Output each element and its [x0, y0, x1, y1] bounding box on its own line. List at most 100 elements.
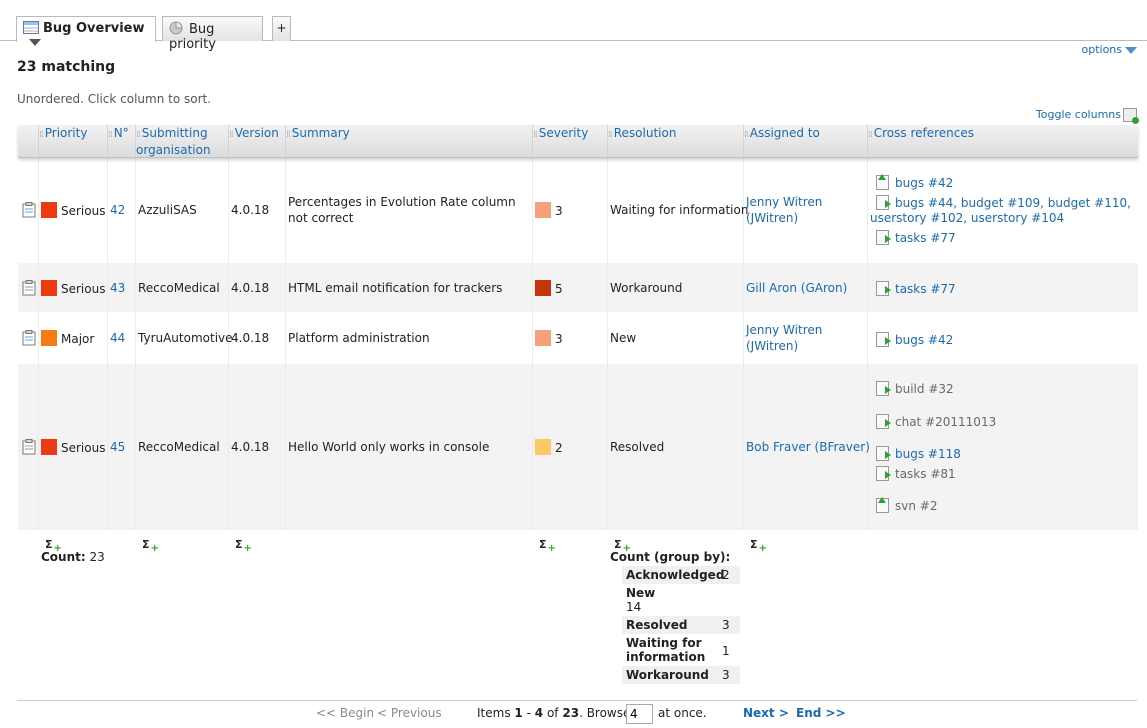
sum-icon[interactable]: Σ — [750, 538, 766, 551]
cross-reference-link[interactable]: bugs #118 — [895, 447, 961, 461]
bug-number-link[interactable]: 42 — [110, 202, 125, 218]
cross-reference-item[interactable]: bugs #42 — [876, 174, 953, 190]
tab-bug-overview-label: Bug Overview — [43, 21, 145, 36]
cross-reference-item[interactable]: bugs #44, budget #109, budget #110, — [876, 195, 1131, 210]
bug-number-link[interactable]: 43 — [110, 280, 125, 296]
clipboard-icon[interactable] — [22, 439, 36, 455]
cross-reference-link[interactable]: userstory #102, userstory #104 — [870, 211, 1064, 225]
triangle-down-icon — [1125, 47, 1137, 54]
column-header-label: organisation — [136, 143, 211, 157]
items-prefix: Items — [477, 706, 511, 720]
group-by-row: Waiting for information 1 — [622, 634, 740, 666]
cross-reference-item[interactable]: svn #2 — [876, 497, 937, 513]
column-divider — [607, 158, 608, 530]
assignee-link[interactable]: Jenny Witren (JWitren) — [746, 322, 822, 354]
column-divider — [532, 158, 533, 530]
outgoing-reference-icon — [876, 332, 891, 347]
total-items: 23 — [562, 706, 580, 720]
pager-begin-link[interactable]: << Begin — [316, 706, 374, 720]
cross-reference-link[interactable]: tasks #77 — [895, 282, 956, 296]
pager-divider — [17, 700, 1137, 701]
tab-bug-priority[interactable]: Bug priority — [162, 16, 263, 52]
cross-reference-link[interactable]: tasks #77 — [895, 231, 956, 245]
severity-color-swatch — [535, 330, 551, 346]
severity-label: 3 — [555, 332, 563, 346]
toggle-columns-link[interactable]: Toggle columns — [1036, 108, 1139, 124]
column-header-severity[interactable]: ⁞⁞ Severity — [532, 125, 607, 158]
cross-reference-item[interactable]: bugs #42 — [876, 332, 953, 347]
bug-number-link[interactable]: 44 — [110, 330, 125, 346]
cross-reference-item[interactable]: tasks #81 — [876, 466, 956, 481]
assignee-link[interactable]: Jenny Witren (JWitren) — [746, 194, 822, 226]
column-header-version[interactable]: ⁞⁞ Version — [228, 125, 285, 158]
group-value: 14 — [626, 600, 642, 614]
sum-icon[interactable]: Σ — [142, 538, 158, 551]
organisation-cell: ReccoMedical — [138, 281, 220, 295]
priority-label: Serious — [61, 441, 106, 455]
column-header-assigned-to[interactable]: ⁞⁞ Assigned to — [743, 125, 867, 158]
add-tab-button[interactable]: + — [272, 16, 291, 41]
range-from: 1 — [514, 706, 523, 720]
group-by-row: Resolved 3 — [622, 616, 740, 634]
group-by-title: Count (group by): — [610, 550, 731, 564]
cross-reference-link[interactable]: bugs #44, budget #109, budget #110, — [895, 196, 1131, 210]
cross-reference-link[interactable]: tasks #81 — [895, 467, 956, 481]
sum-icon[interactable]: Σ — [235, 538, 251, 551]
assignee-link[interactable]: Gill Aron (GAron) — [746, 280, 847, 296]
options-label: options — [1081, 43, 1122, 56]
resolution-cell: Workaround — [610, 281, 683, 295]
cross-reference-item[interactable]: build #32 — [876, 381, 954, 396]
summary-cell: HTML email notification for trackers — [288, 281, 503, 295]
group-by-row: New14 — [622, 584, 740, 616]
sum-icon[interactable]: Σ — [539, 538, 555, 551]
column-header-cross-references[interactable]: ⁞⁞ Cross references — [867, 125, 1138, 158]
group-label: New — [626, 586, 656, 600]
clipboard-icon[interactable] — [22, 280, 36, 296]
cross-reference-item[interactable]: bugs #118 — [876, 446, 961, 461]
outgoing-reference-icon — [876, 466, 891, 481]
summary-text: not correct — [288, 211, 354, 225]
chevron-down-icon[interactable] — [29, 39, 41, 46]
column-divider — [285, 158, 286, 530]
cross-reference-link[interactable]: chat #20111013 — [895, 415, 996, 429]
outgoing-reference-icon — [876, 230, 891, 245]
clipboard-icon[interactable] — [22, 330, 36, 346]
browse-count-input[interactable] — [626, 704, 653, 724]
severity-color-swatch — [535, 439, 551, 455]
cross-reference-item[interactable]: tasks #77 — [876, 230, 956, 245]
column-header-summary[interactable]: ⁞⁞ Summary — [285, 125, 532, 158]
pager-previous-link[interactable]: < Previous — [377, 706, 442, 720]
group-by-table: Acknowledged2 New14 Resolved 3 Waiting fo… — [622, 566, 740, 684]
resolution-cell: Waiting for information — [610, 203, 749, 217]
outgoing-reference-icon — [876, 281, 891, 296]
column-header-number[interactable]: ⁞⁞ N° — [107, 125, 135, 158]
cross-reference-link[interactable]: svn #2 — [895, 499, 937, 513]
column-header-submitting-organisation[interactable]: ⁞⁞ Submitting organisation — [135, 125, 228, 158]
cross-reference-link[interactable]: bugs #42 — [895, 333, 953, 347]
cross-reference-link[interactable]: build #32 — [895, 382, 954, 396]
cross-reference-item[interactable]: userstory #102, userstory #104 — [870, 211, 1064, 225]
priority-cell: Serious — [41, 202, 105, 219]
resolution-cell: New — [610, 331, 637, 345]
cross-reference-item[interactable]: chat #20111013 — [876, 414, 996, 429]
assignee-link[interactable]: Bob Fraver (BFraver) — [746, 439, 870, 455]
group-by-row: Workaround 3 — [622, 666, 740, 684]
tab-bug-overview[interactable]: Bug Overview — [16, 16, 156, 46]
column-header-resolution[interactable]: ⁞⁞ Resolution — [607, 125, 743, 158]
browse-label: . Browse — [579, 706, 631, 720]
group-label: Waiting for information — [626, 636, 706, 664]
cross-reference-item[interactable]: tasks #77 — [876, 281, 956, 296]
group-value: 3 — [722, 668, 730, 682]
column-divider — [107, 158, 108, 530]
severity-color-swatch — [535, 202, 551, 218]
options-link[interactable]: options — [1081, 43, 1137, 56]
priority-cell: Serious — [41, 439, 105, 456]
pager-end-link[interactable]: End >> — [796, 706, 846, 720]
clipboard-icon[interactable] — [22, 202, 36, 218]
bug-number-link[interactable]: 45 — [110, 439, 125, 455]
column-header-label: Resolution — [613, 126, 677, 140]
severity-color-swatch — [535, 280, 551, 296]
column-header-priority[interactable]: ⁞⁞ Priority — [38, 125, 107, 158]
cross-reference-link[interactable]: bugs #42 — [895, 176, 953, 190]
pager-next-link[interactable]: Next > — [743, 706, 789, 720]
